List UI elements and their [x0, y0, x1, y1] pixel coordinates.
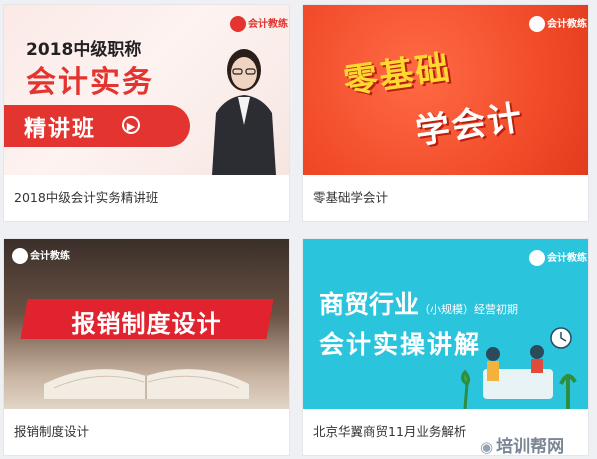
thumbnail-title-line2: 学会计	[413, 97, 526, 153]
thumbnail-banner: 精讲班 ▶	[4, 105, 190, 147]
course-card[interactable]: 会计教练 2018中级职称 会计实务 精讲班 ▶ 2018中级会计实务精讲班	[4, 5, 289, 221]
site-watermark: ◉ 培训帮网	[480, 437, 565, 457]
thumbnail-title-line1: 商贸行业（小规模）经营初期	[319, 290, 519, 319]
play-icon: ▶	[122, 116, 140, 134]
office-scene-illustration	[460, 327, 577, 409]
thumbnail-subject-text: 会计实务	[26, 65, 154, 100]
eye-icon: ◉	[480, 438, 494, 456]
course-title[interactable]: 2018中级会计实务精讲班	[4, 175, 289, 221]
course-thumbnail[interactable]: 会计教练 商贸行业（小规模）经营初期 会计实操讲解	[303, 239, 588, 409]
brand-logo: 会计教练	[230, 15, 288, 32]
course-thumbnail[interactable]: 会计教练 零基础 学会计	[303, 5, 588, 175]
course-card[interactable]: 会计教练 零基础 学会计 零基础学会计	[303, 5, 588, 221]
course-card[interactable]: 会计教练 报销制度设计 报销制度设计	[4, 239, 289, 455]
course-thumbnail[interactable]: 会计教练 2018中级职称 会计实务 精讲班 ▶	[4, 5, 289, 175]
course-title[interactable]: 报销制度设计	[4, 409, 289, 455]
course-thumbnail[interactable]: 会计教练 报销制度设计	[4, 239, 289, 409]
thumbnail-banner: 报销制度设计	[20, 299, 274, 339]
brand-logo: 会计教练	[12, 247, 70, 264]
course-card[interactable]: 会计教练 商贸行业（小规模）经营初期 会计实操讲解 北京华翼商贸11月业务解析	[303, 239, 588, 455]
brand-logo: 会计教练	[529, 15, 587, 32]
course-title[interactable]: 零基础学会计	[303, 175, 588, 221]
brand-logo: 会计教练	[529, 249, 587, 266]
teacher-photo	[212, 49, 276, 175]
thumbnail-title-line1: 零基础	[341, 47, 454, 103]
open-book-image	[44, 369, 249, 399]
